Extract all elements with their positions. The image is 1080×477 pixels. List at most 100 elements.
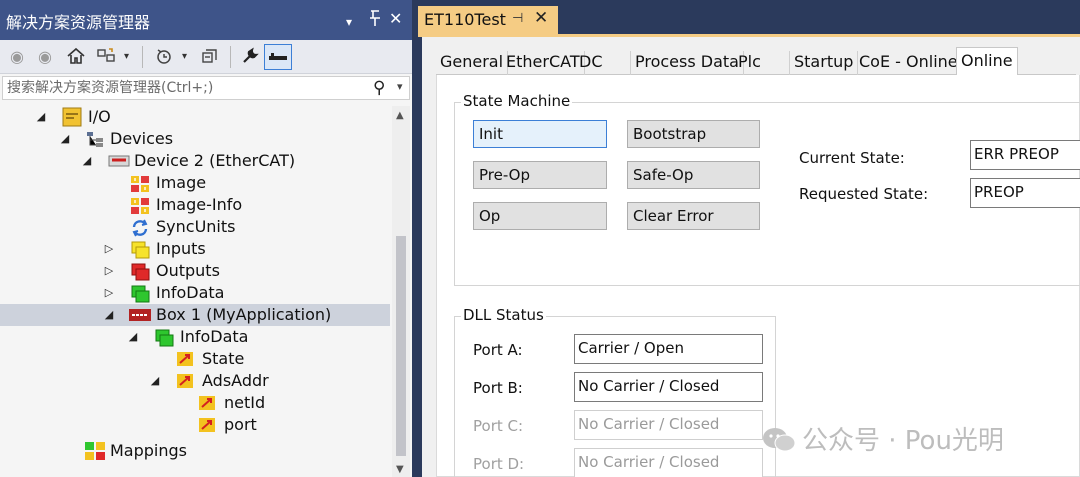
tree-item-mappings[interactable]: Mappings bbox=[0, 440, 390, 462]
safe-op-button[interactable]: Safe-Op bbox=[627, 161, 760, 189]
tree-item-device-2[interactable]: ◢ Device 2 (EtherCAT) bbox=[0, 150, 390, 172]
tree-item-inputs[interactable]: ▷ Inputs bbox=[0, 238, 390, 260]
bootstrap-button[interactable]: Bootstrap bbox=[627, 120, 760, 148]
port-d-label: Port D: bbox=[473, 455, 525, 473]
io-folder-icon bbox=[62, 107, 82, 127]
collapse-all-icon[interactable] bbox=[200, 46, 220, 68]
tree-item-box-infodata[interactable]: ◢ InfoData bbox=[0, 326, 390, 348]
tree-item-label: SyncUnits bbox=[156, 217, 236, 236]
dll-status-group: DLL Status Port A: Carrier / Open Port B… bbox=[454, 306, 776, 477]
tab-online[interactable]: Online bbox=[956, 47, 1018, 76]
collapse-arrow-icon[interactable]: ◢ bbox=[34, 108, 48, 126]
toolbar-separator bbox=[230, 46, 231, 68]
tab-general[interactable]: General bbox=[436, 51, 509, 75]
pending-changes-icon[interactable] bbox=[154, 46, 174, 68]
current-state-label: Current State: bbox=[799, 149, 905, 167]
tree-item-label: Outputs bbox=[156, 261, 220, 280]
wechat-icon bbox=[762, 427, 796, 453]
tree-item-label: InfoData bbox=[156, 283, 225, 302]
port-c-label: Port C: bbox=[473, 417, 524, 435]
tree-item-io[interactable]: ◢ I/O bbox=[0, 106, 390, 128]
syncunits-icon bbox=[130, 219, 148, 237]
box-icon bbox=[128, 307, 152, 323]
tree-item-label: Devices bbox=[110, 129, 174, 148]
op-button[interactable]: Op bbox=[473, 202, 607, 230]
document-body: General EtherCAT DC Process Data Plc Sta… bbox=[422, 37, 1080, 477]
collapse-arrow-icon[interactable]: ◢ bbox=[80, 152, 94, 170]
clear-error-button[interactable]: Clear Error bbox=[627, 202, 760, 230]
tree-item-port[interactable]: port bbox=[0, 414, 390, 436]
tree-item-syncunits[interactable]: SyncUnits bbox=[0, 216, 390, 238]
tree-item-box-1[interactable]: ◢ Box 1 (MyApplication) bbox=[0, 304, 390, 326]
tree-item-infodata[interactable]: ▷ InfoData bbox=[0, 282, 390, 304]
close-icon[interactable]: ✕ bbox=[389, 9, 402, 29]
pending-changes-dropdown-icon[interactable]: ▾ bbox=[182, 46, 187, 68]
init-button[interactable]: Init bbox=[473, 120, 607, 148]
state-machine-title: State Machine bbox=[461, 92, 573, 110]
switch-views-dropdown-icon[interactable]: ▾ bbox=[124, 46, 129, 68]
toolbar-separator bbox=[142, 46, 143, 68]
tree-item-adsaddr[interactable]: ◢ AdsAddr bbox=[0, 370, 390, 392]
image-icon bbox=[130, 175, 149, 192]
inputs-icon bbox=[130, 241, 150, 259]
expand-arrow-icon[interactable]: ▷ bbox=[102, 262, 116, 280]
tab-process-data[interactable]: Process Data bbox=[631, 51, 744, 75]
panel-title: 解决方案资源管理器 bbox=[6, 13, 151, 32]
back-icon[interactable]: ◉ bbox=[10, 46, 24, 68]
tree-item-image-info[interactable]: Image-Info bbox=[0, 194, 390, 216]
tree-item-label: Device 2 (EtherCAT) bbox=[134, 151, 296, 170]
port-a-status-field: Carrier / Open bbox=[574, 334, 763, 364]
tab-ethercat[interactable]: EtherCAT bbox=[502, 51, 585, 75]
solution-search-box[interactable]: ⚲ ▾ bbox=[2, 76, 410, 100]
collapse-arrow-icon[interactable]: ◢ bbox=[126, 328, 140, 346]
expand-arrow-icon[interactable]: ▷ bbox=[102, 240, 116, 258]
tree-item-image[interactable]: Image bbox=[0, 172, 390, 194]
pin-icon[interactable]: ⊣ bbox=[512, 11, 523, 26]
close-icon[interactable]: ✕ bbox=[534, 8, 548, 28]
requested-state-label: Requested State: bbox=[799, 185, 929, 203]
scroll-up-icon[interactable]: ▲ bbox=[396, 110, 404, 121]
collapse-arrow-icon[interactable]: ◢ bbox=[148, 372, 162, 390]
scrollbar-thumb[interactable] bbox=[396, 236, 406, 456]
pin-icon[interactable] bbox=[368, 9, 382, 32]
home-icon[interactable] bbox=[66, 46, 86, 68]
tree-item-outputs[interactable]: ▷ Outputs bbox=[0, 260, 390, 282]
collapse-arrow-icon[interactable]: ◢ bbox=[102, 306, 116, 324]
solution-explorer-toolbar: ◉ ◉ ▾ ▾ bbox=[0, 40, 412, 74]
tree-item-netid[interactable]: netId bbox=[0, 392, 390, 414]
document-tab[interactable]: ET110Test ⊣ ✕ bbox=[418, 6, 558, 34]
document-area: ET110Test ⊣ ✕ General EtherCAT DC Proces… bbox=[418, 0, 1080, 477]
tree-item-state[interactable]: State bbox=[0, 348, 390, 370]
search-icon[interactable]: ⚲ bbox=[373, 78, 385, 98]
infodata-icon bbox=[130, 285, 150, 303]
forward-icon[interactable]: ◉ bbox=[38, 46, 52, 68]
preview-selected-items-icon[interactable] bbox=[264, 44, 292, 70]
collapse-arrow-icon[interactable]: ◢ bbox=[58, 130, 72, 148]
tree-vertical-scrollbar[interactable]: ▲ ▼ bbox=[392, 106, 410, 477]
image-info-icon bbox=[130, 197, 149, 214]
search-options-dropdown-icon[interactable]: ▾ bbox=[397, 80, 403, 93]
expand-arrow-icon[interactable]: ▷ bbox=[102, 284, 116, 302]
dropdown-icon[interactable]: ▾ bbox=[346, 12, 352, 32]
current-state-field: ERR PREOP bbox=[970, 140, 1080, 170]
port-a-label: Port A: bbox=[473, 341, 523, 359]
online-tab-content: State Machine Init Bootstrap Pre-Op Safe… bbox=[436, 75, 1080, 477]
properties-wrench-icon[interactable] bbox=[240, 46, 260, 68]
tab-plc[interactable]: Plc bbox=[734, 51, 790, 75]
tree-item-label: InfoData bbox=[180, 327, 249, 346]
tree-item-label: AdsAddr bbox=[202, 371, 269, 390]
infodata-icon bbox=[154, 329, 174, 347]
tab-dc[interactable]: DC bbox=[575, 51, 631, 75]
variable-icon bbox=[176, 373, 194, 389]
search-input[interactable] bbox=[3, 77, 363, 99]
tab-startup[interactable]: Startup bbox=[790, 51, 859, 75]
switch-views-icon[interactable] bbox=[96, 46, 118, 68]
scroll-down-icon[interactable]: ▼ bbox=[396, 464, 404, 475]
tab-coe-online[interactable]: CoE - Online bbox=[855, 51, 963, 75]
variable-icon bbox=[176, 351, 194, 367]
tree-item-devices[interactable]: ◢ Devices bbox=[0, 128, 390, 150]
port-b-status-field: No Carrier / Closed bbox=[574, 372, 763, 402]
tree-item-label: Box 1 (MyApplication) bbox=[156, 305, 332, 324]
tree-item-label: I/O bbox=[88, 107, 111, 126]
pre-op-button[interactable]: Pre-Op bbox=[473, 161, 607, 189]
